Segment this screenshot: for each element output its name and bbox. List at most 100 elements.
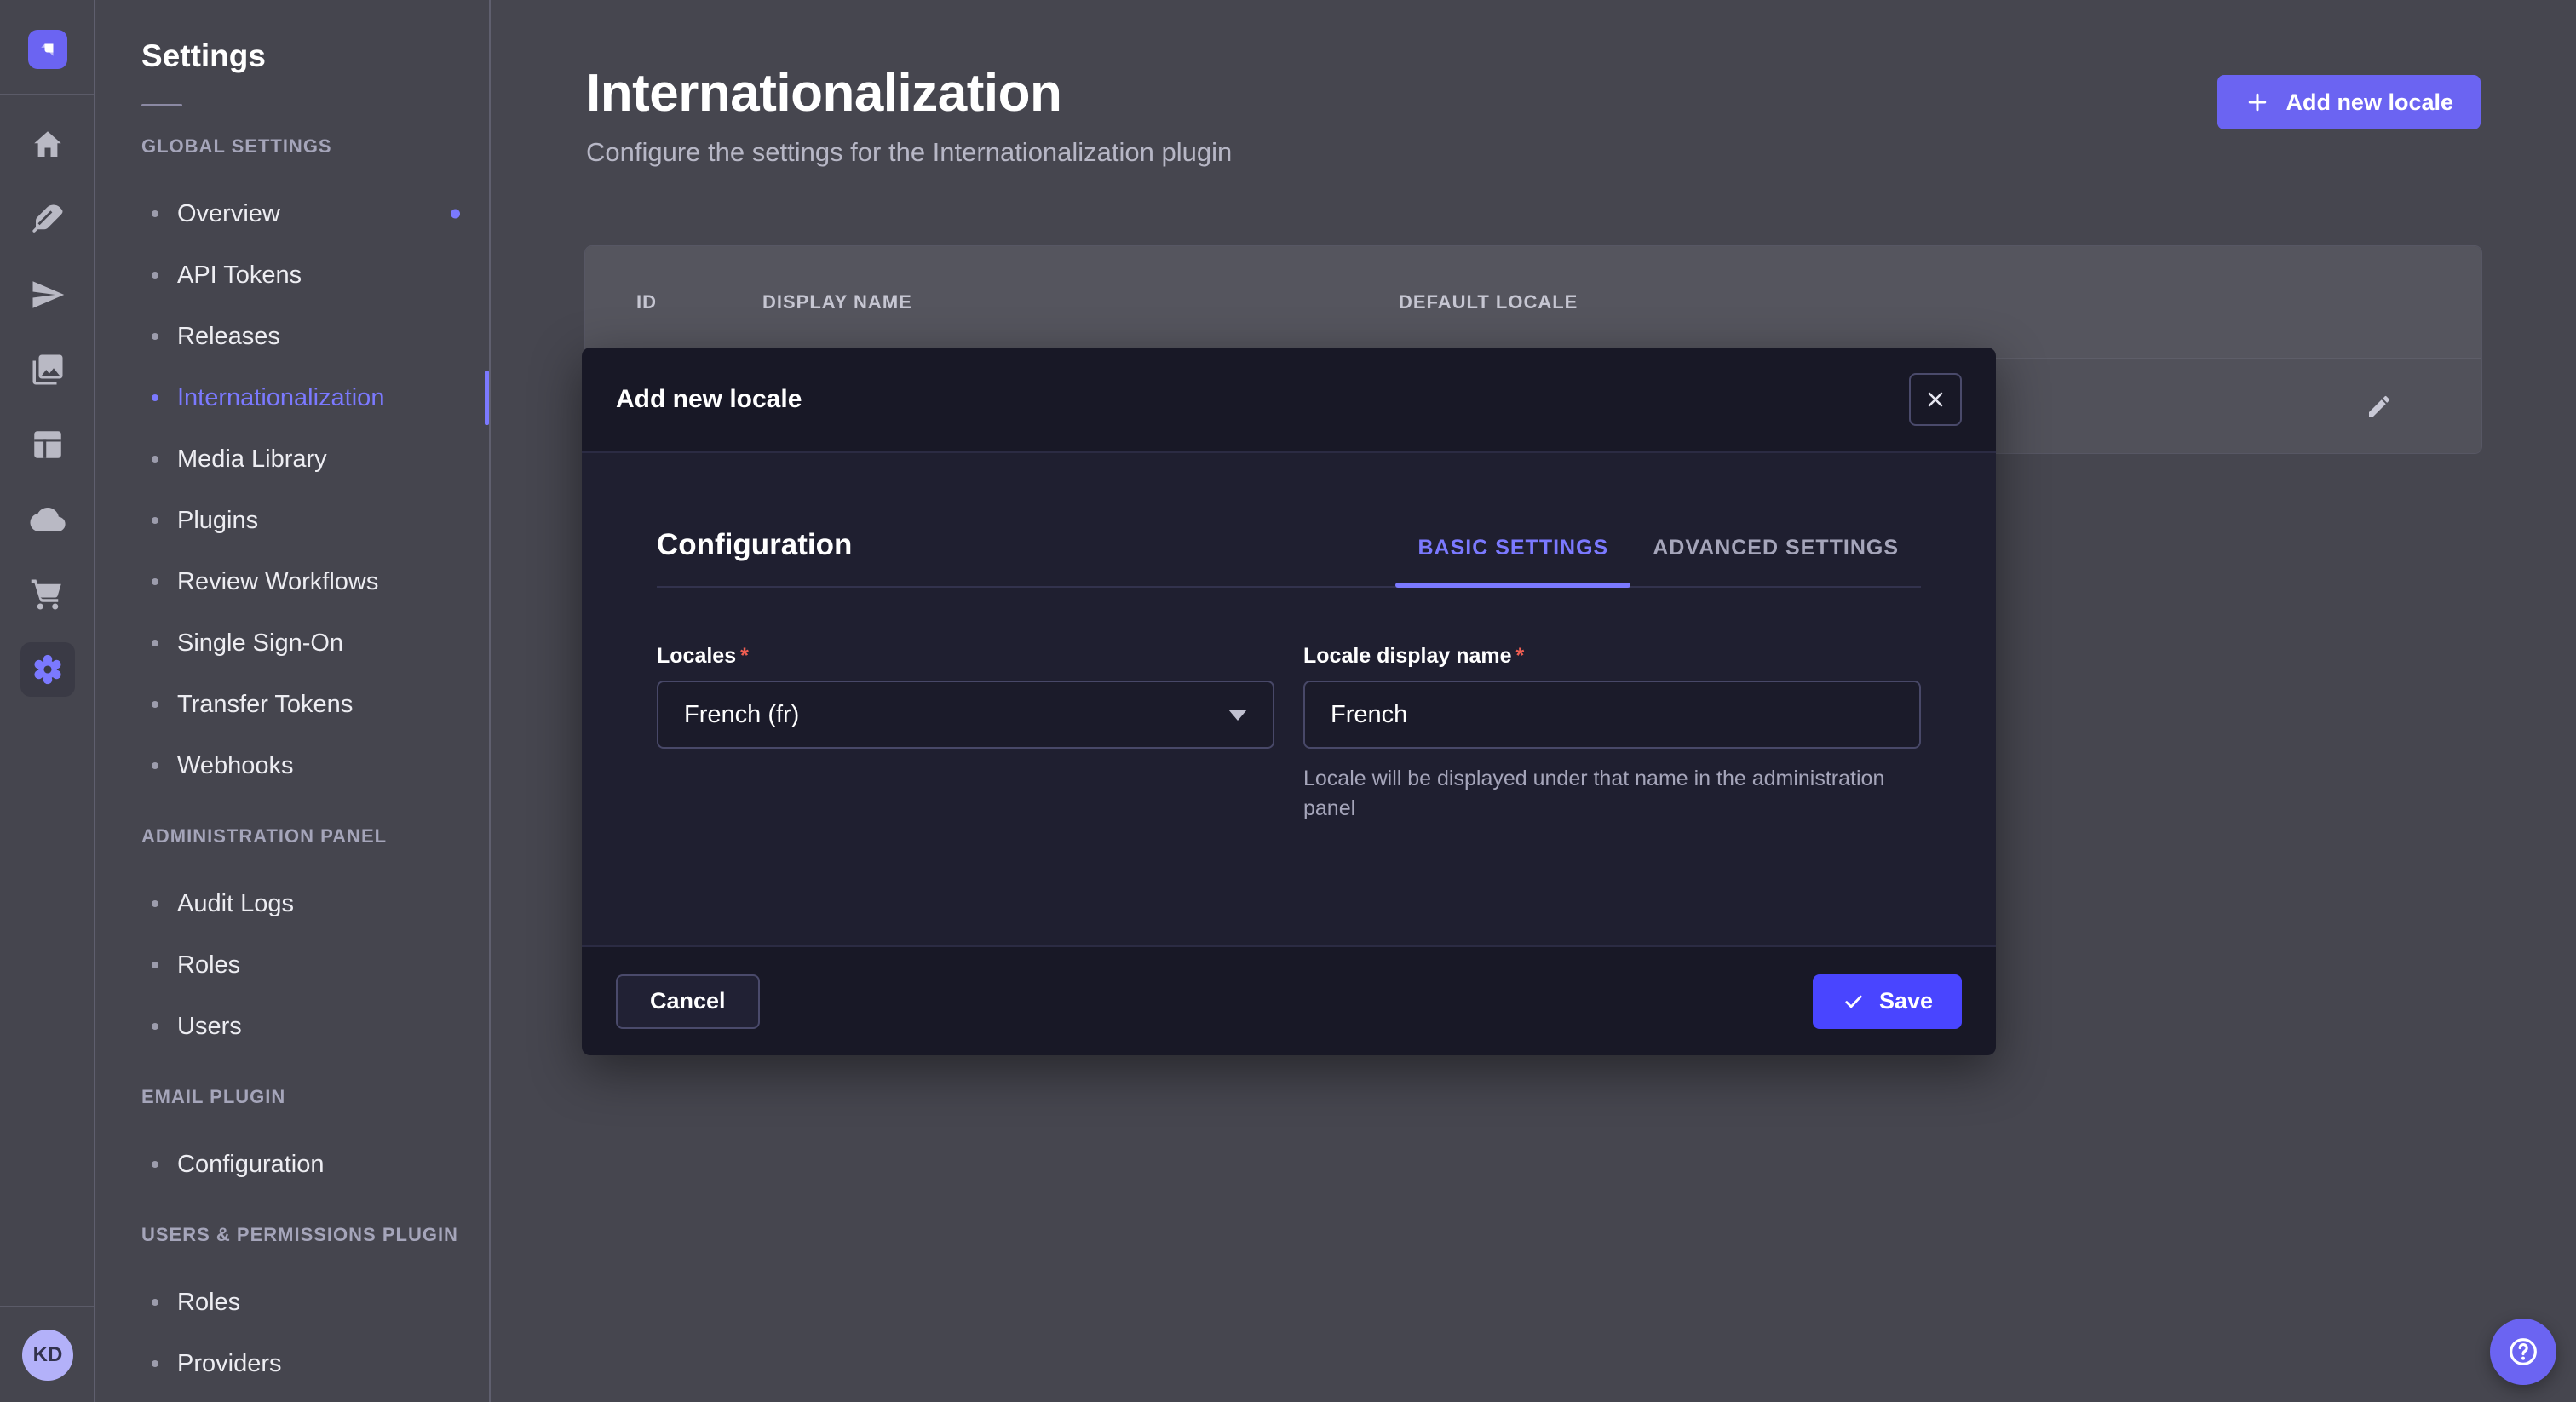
column-default-locale: DEFAULT LOCALE (1399, 291, 2481, 313)
sidebar-item-label: Overview (177, 200, 280, 228)
sidebar-item-label: Webhooks (177, 752, 294, 780)
sidebar-item-label: Plugins (177, 507, 258, 535)
sidebar-item-label: Configuration (177, 1151, 325, 1179)
display-name-label: Locale display name* (1303, 644, 1524, 668)
bullet-icon (152, 210, 158, 217)
save-button-label: Save (1879, 988, 1933, 1014)
sidebar-item-label: Internationalization (177, 384, 384, 412)
send-icon[interactable] (20, 267, 75, 322)
modal-body: Configuration BASIC SETTINGS ADVANCED SE… (582, 453, 1996, 945)
add-locale-modal: Add new locale Configuration BASIC SETTI… (582, 348, 1996, 1055)
bullet-icon (152, 394, 158, 401)
locales-label-text: Locales (657, 644, 736, 668)
sidebar-item-plugins[interactable]: Plugins (141, 490, 489, 551)
sidebar-item-label: Media Library (177, 445, 327, 474)
sidebar-item-providers[interactable]: Providers (141, 1333, 489, 1394)
sidebar-item-label: Single Sign-On (177, 629, 343, 658)
cancel-button[interactable]: Cancel (616, 974, 760, 1029)
sidebar-item-overview[interactable]: Overview (141, 183, 489, 244)
save-button[interactable]: Save (1813, 974, 1962, 1029)
modal-title: Add new locale (616, 385, 802, 414)
add-new-locale-button[interactable]: Add new locale (2217, 75, 2481, 129)
avatar[interactable]: KD (22, 1330, 73, 1381)
sidebar-item-media-library[interactable]: Media Library (141, 428, 489, 490)
locales-label: Locales* (657, 644, 749, 668)
sidebar-item-single-sign-on[interactable]: Single Sign-On (141, 612, 489, 674)
nav-section-label: USERS & PERMISSIONS PLUGIN (141, 1224, 489, 1246)
bullet-icon (152, 962, 158, 968)
bullet-icon (152, 578, 158, 585)
bullet-icon (152, 333, 158, 340)
home-icon[interactable] (20, 118, 75, 172)
sidebar-item-roles[interactable]: Roles (141, 934, 489, 996)
display-name-input[interactable] (1303, 681, 1921, 749)
sidebar-item-configuration[interactable]: Configuration (141, 1134, 489, 1195)
strapi-logo-icon (35, 37, 60, 62)
close-icon (1923, 388, 1947, 411)
notification-dot (451, 210, 460, 219)
tab-basic-settings[interactable]: BASIC SETTINGS (1395, 536, 1630, 586)
sidebar-item-transfer-tokens[interactable]: Transfer Tokens (141, 674, 489, 735)
column-id: ID (636, 291, 762, 313)
modal-header: Add new locale (582, 348, 1996, 453)
locales-select-value: French (fr) (684, 701, 799, 729)
sidebar-item-label: Transfer Tokens (177, 691, 353, 719)
tab-advanced-settings[interactable]: ADVANCED SETTINGS (1630, 536, 1921, 586)
sidebar-item-roles[interactable]: Roles (141, 1272, 489, 1333)
app-root: KD Settings GLOBAL SETTINGS Overview API T… (0, 0, 2576, 1402)
settings-tabs: BASIC SETTINGS ADVANCED SETTINGS (1395, 536, 1921, 586)
feather-icon[interactable] (20, 192, 75, 247)
bullet-icon (152, 1023, 158, 1030)
sidebar-item-label: Roles (177, 1289, 240, 1317)
strapi-logo[interactable] (28, 30, 67, 69)
display-name-hint: Locale will be displayed under that name… (1303, 764, 1900, 824)
bullet-icon (152, 1360, 158, 1367)
sidebar-item-label: Releases (177, 323, 280, 351)
settings-sidebar: Settings GLOBAL SETTINGS Overview API Toke… (97, 0, 491, 1402)
required-mark: * (740, 644, 749, 668)
display-name-field: Locale display name* Locale will be disp… (1303, 644, 1921, 824)
edit-locale-button[interactable] (2359, 386, 2400, 427)
bullet-icon (152, 1161, 158, 1168)
bullet-icon (152, 1299, 158, 1306)
title-underline (141, 104, 182, 106)
bullet-icon (152, 517, 158, 524)
sidebar-item-label: API Tokens (177, 261, 302, 290)
plus-icon (2245, 89, 2270, 115)
chevron-down-icon (1228, 710, 1247, 721)
bullet-icon (152, 640, 158, 646)
close-button[interactable] (1909, 373, 1962, 426)
sidebar-item-label: Audit Logs (177, 890, 294, 918)
question-circle-icon (2506, 1335, 2540, 1369)
help-button[interactable] (2490, 1319, 2556, 1385)
divider (0, 1306, 94, 1307)
sidebar-item-review-workflows[interactable]: Review Workflows (141, 551, 489, 612)
nav-section-label: ADMINISTRATION PANEL (141, 825, 489, 848)
settings-gear-icon[interactable] (20, 642, 75, 697)
bullet-icon (152, 900, 158, 907)
sidebar-item-api-tokens[interactable]: API Tokens (141, 244, 489, 306)
settings-menu: GLOBAL SETTINGS Overview API Tokens Release… (141, 135, 489, 1394)
cart-icon[interactable] (20, 567, 75, 622)
divider (0, 94, 94, 95)
sidebar-item-audit-logs[interactable]: Audit Logs (141, 873, 489, 934)
panel-title: Settings (141, 37, 489, 75)
images-icon[interactable] (20, 342, 75, 397)
sidebar-item-internationalization[interactable]: Internationalization (141, 367, 489, 428)
layout-icon[interactable] (20, 417, 75, 472)
pencil-icon (2366, 393, 2393, 420)
locales-field: Locales* French (fr) (657, 644, 1274, 824)
locales-select[interactable]: French (fr) (657, 681, 1274, 749)
config-head: Configuration BASIC SETTINGS ADVANCED SE… (657, 453, 1921, 588)
config-section-title: Configuration (657, 528, 852, 586)
sidebar-item-releases[interactable]: Releases (141, 306, 489, 367)
sidebar-item-users[interactable]: Users (141, 996, 489, 1057)
sidebar-item-label: Review Workflows (177, 568, 378, 596)
required-mark: * (1516, 644, 1525, 668)
form-row: Locales* French (fr) Locale display name… (657, 644, 1921, 824)
table-header-row: ID DISPLAY NAME DEFAULT LOCALE (585, 246, 2481, 358)
sidebar-item-webhooks[interactable]: Webhooks (141, 735, 489, 796)
cloud-icon[interactable] (20, 492, 75, 547)
nav-section-label: EMAIL PLUGIN (141, 1086, 489, 1108)
nav-section-label: GLOBAL SETTINGS (141, 135, 489, 158)
